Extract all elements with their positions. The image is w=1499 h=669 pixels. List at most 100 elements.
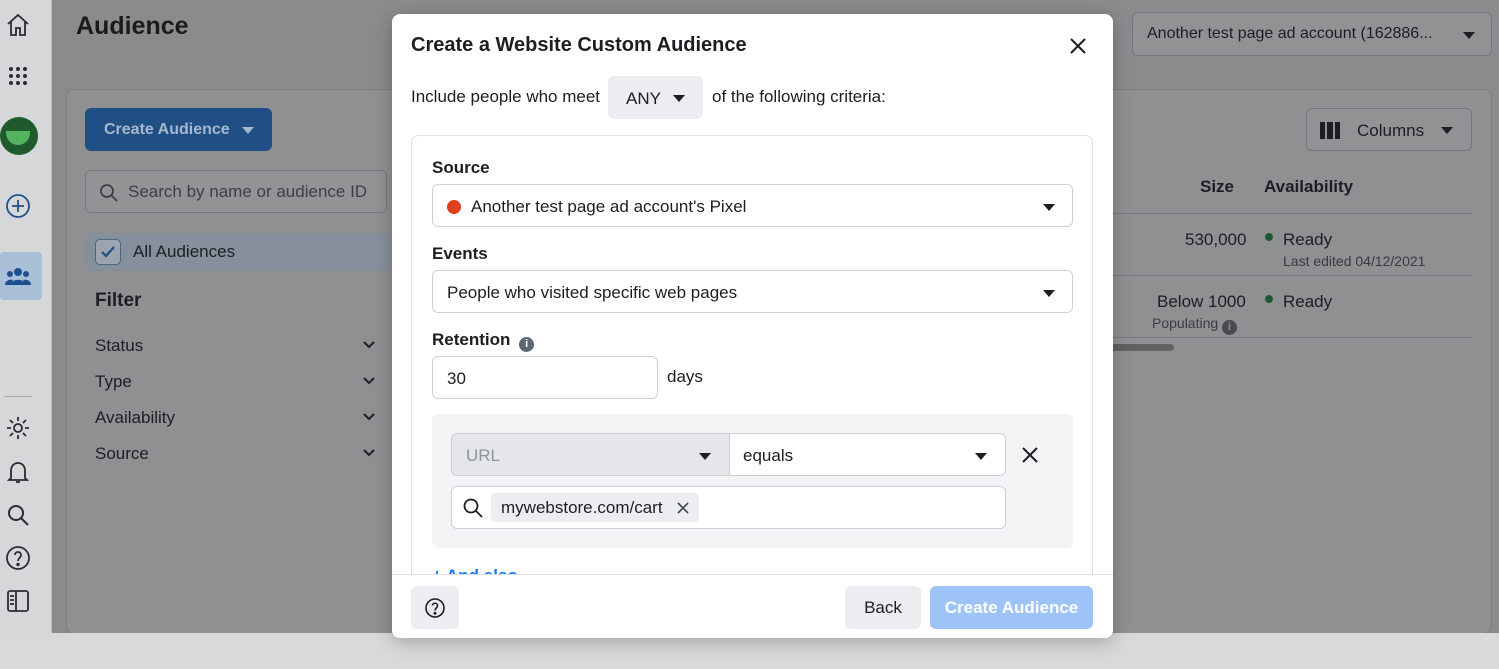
caret-down-icon bbox=[1441, 127, 1453, 134]
table-divider bbox=[1108, 275, 1472, 276]
rule-operator-select[interactable]: equals bbox=[729, 433, 1006, 476]
bottom-strip bbox=[0, 633, 1499, 669]
row-2-size: Below 1000 bbox=[1157, 292, 1246, 311]
caret-down-icon bbox=[1463, 32, 1475, 39]
table-divider bbox=[1108, 213, 1472, 214]
url-token: mywebstore.com/cart bbox=[491, 493, 699, 522]
info-icon[interactable]: i bbox=[519, 337, 535, 352]
chevron-down-icon bbox=[363, 449, 375, 457]
retention-unit: days bbox=[667, 367, 703, 386]
events-select[interactable]: People who visited specific web pages bbox=[432, 270, 1073, 313]
caret-down-icon bbox=[1043, 204, 1055, 211]
row-2-availability: Ready bbox=[1283, 292, 1333, 311]
filter-availability[interactable]: Availability bbox=[95, 408, 380, 428]
chevron-down-icon bbox=[363, 413, 375, 421]
all-audiences-label: All Audiences bbox=[133, 242, 236, 261]
checkbox-checked[interactable] bbox=[95, 239, 121, 265]
notifications-bell-icon[interactable] bbox=[4, 458, 32, 486]
retention-label: Retention i bbox=[432, 330, 535, 352]
horizontal-scrollbar[interactable] bbox=[1108, 344, 1174, 351]
caret-down-icon bbox=[1043, 290, 1055, 297]
caret-down-icon bbox=[242, 127, 254, 134]
filter-status[interactable]: Status bbox=[95, 336, 380, 356]
url-rule-box: URL equals mywebstore.com/cart bbox=[432, 414, 1073, 548]
columns-icon bbox=[1320, 122, 1340, 139]
help-icon bbox=[425, 598, 445, 618]
filter-title: Filter bbox=[95, 290, 142, 311]
source-value: Another test page ad account's Pixel bbox=[471, 197, 747, 216]
retention-value: 30 bbox=[447, 369, 466, 388]
left-nav-rail bbox=[0, 0, 52, 669]
page-title: Audience bbox=[76, 12, 189, 40]
url-token-text: mywebstore.com/cart bbox=[501, 498, 663, 517]
caret-down-icon bbox=[699, 453, 711, 460]
filter-source[interactable]: Source bbox=[95, 444, 380, 464]
retention-days-input[interactable]: 30 bbox=[432, 356, 658, 399]
create-audience-button[interactable]: Create Audience bbox=[930, 586, 1093, 629]
rule-field-select[interactable]: URL bbox=[451, 433, 730, 476]
search-icon bbox=[463, 498, 483, 518]
ad-account-select[interactable]: Another test page ad account (162886... bbox=[1132, 12, 1492, 56]
reports-panel-icon[interactable] bbox=[4, 587, 32, 615]
criteria-prefix: Include people who meet bbox=[411, 87, 601, 106]
pixel-status-dot bbox=[447, 200, 461, 214]
caret-down-icon bbox=[975, 453, 987, 460]
help-icon[interactable] bbox=[4, 544, 32, 572]
populating-label: Populating bbox=[1152, 315, 1219, 331]
ad-account-select-value: Another test page ad account (162886... bbox=[1147, 25, 1433, 42]
chevron-down-icon bbox=[363, 341, 375, 349]
back-button[interactable]: Back bbox=[845, 586, 921, 629]
filter-label: Type bbox=[95, 372, 132, 391]
match-any-dropdown[interactable]: ANY bbox=[608, 76, 703, 119]
status-dot-ready bbox=[1265, 233, 1273, 241]
chevron-down-icon bbox=[363, 377, 375, 385]
row-1-size: 530,000 bbox=[1185, 230, 1247, 249]
column-header-availability[interactable]: Availability bbox=[1264, 177, 1353, 197]
filter-label: Availability bbox=[95, 408, 176, 427]
rule-field-value: URL bbox=[466, 446, 501, 465]
add-circle-icon[interactable] bbox=[4, 192, 32, 220]
url-value-input[interactable]: mywebstore.com/cart bbox=[451, 486, 1006, 529]
status-dot-ready bbox=[1265, 295, 1273, 303]
info-icon[interactable]: i bbox=[1222, 320, 1238, 335]
criteria-suffix: of the following criteria: bbox=[712, 87, 886, 106]
rule-operator-value: equals bbox=[743, 446, 794, 465]
close-icon[interactable] bbox=[1068, 36, 1088, 56]
avatar[interactable] bbox=[0, 117, 38, 155]
create-audience-label: Create Audience bbox=[104, 121, 230, 138]
row-1-availability: Ready bbox=[1283, 230, 1333, 249]
search-icon[interactable] bbox=[4, 501, 32, 529]
remove-token-icon[interactable] bbox=[676, 502, 689, 514]
columns-button[interactable]: Columns bbox=[1306, 108, 1472, 151]
source-select[interactable]: Another test page ad account's Pixel bbox=[432, 184, 1073, 227]
help-button[interactable] bbox=[411, 586, 459, 629]
events-label: Events bbox=[432, 244, 488, 263]
row-2-size-note: Populating i bbox=[1152, 315, 1238, 335]
all-audiences-filter[interactable]: All Audiences bbox=[85, 233, 387, 271]
columns-label: Columns bbox=[1357, 121, 1425, 140]
caret-down-icon bbox=[673, 95, 685, 102]
dialog-title: Create a Website Custom Audience bbox=[411, 34, 747, 56]
search-icon bbox=[100, 184, 118, 202]
events-value: People who visited specific web pages bbox=[447, 283, 738, 302]
rail-divider bbox=[4, 396, 32, 397]
custom-audience-dialog: Create a Website Custom Audience Include… bbox=[392, 14, 1113, 638]
audience-people-icon[interactable] bbox=[4, 262, 32, 290]
audience-search-input[interactable]: Search by name or audience ID bbox=[85, 170, 387, 213]
filter-label: Source bbox=[95, 444, 149, 463]
filter-label: Status bbox=[95, 336, 144, 355]
match-value: ANY bbox=[626, 89, 661, 108]
row-1-last-edited: Last edited 04/12/2021 bbox=[1283, 253, 1426, 269]
remove-rule-icon[interactable] bbox=[1021, 446, 1039, 464]
search-placeholder: Search by name or audience ID bbox=[128, 182, 368, 201]
dialog-footer: Back Create Audience bbox=[392, 574, 1113, 638]
settings-gear-icon[interactable] bbox=[4, 414, 32, 442]
apps-grid-icon[interactable] bbox=[4, 62, 32, 90]
home-icon[interactable] bbox=[4, 11, 32, 39]
create-audience-dropdown-button[interactable]: Create Audience bbox=[85, 108, 272, 151]
filter-type[interactable]: Type bbox=[95, 372, 380, 392]
table-divider bbox=[1108, 337, 1472, 338]
column-header-size[interactable]: Size bbox=[1200, 177, 1234, 197]
source-label: Source bbox=[432, 158, 490, 177]
checkmark-icon bbox=[101, 246, 115, 258]
